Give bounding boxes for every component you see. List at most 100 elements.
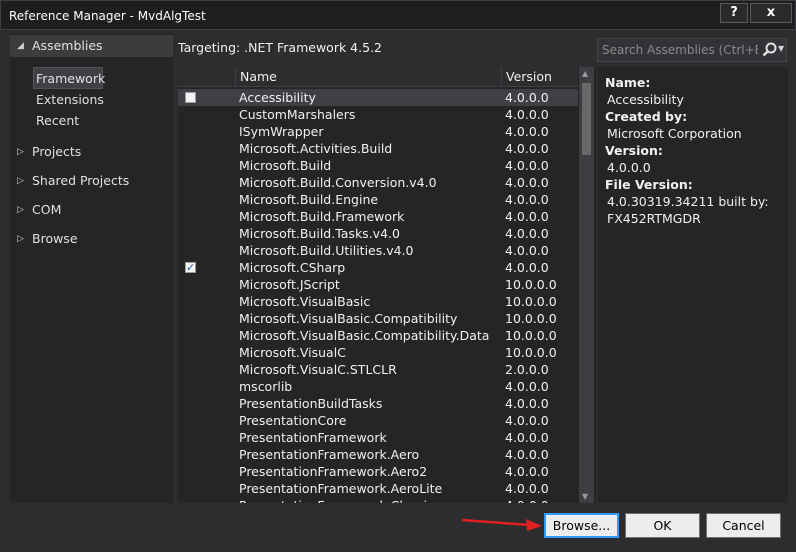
column-header-version[interactable]: Version bbox=[501, 67, 571, 87]
table-row[interactable]: PresentationFramework 4.0.0.0 bbox=[178, 429, 578, 446]
detail-file-version-value-line1: 4.0.30319.34211 built by: bbox=[607, 194, 769, 209]
detail-name-value: Accessibility bbox=[607, 92, 684, 107]
table-row[interactable]: Microsoft.CSharp 4.0.0.0 bbox=[178, 259, 578, 276]
table-row[interactable]: Microsoft.VisualC.STLCLR 2.0.0.0 bbox=[178, 361, 578, 378]
table-row[interactable]: Microsoft.VisualBasic.Compatibility 10.0.… bbox=[178, 310, 578, 327]
table-row[interactable]: Microsoft.VisualC 10.0.0.0 bbox=[178, 344, 578, 361]
column-header-include[interactable] bbox=[178, 67, 235, 87]
search-box[interactable]: ▼ bbox=[597, 38, 787, 62]
assembly-name-cell: ISymWrapper bbox=[239, 124, 324, 139]
assembly-name-cell: Microsoft.Build.Tasks.v4.0 bbox=[239, 226, 400, 241]
assembly-version-cell: 4.0.0.0 bbox=[505, 226, 549, 241]
assembly-version-cell: 4.0.0.0 bbox=[505, 124, 549, 139]
assembly-version-cell: 4.0.0.0 bbox=[505, 175, 549, 190]
collapsed-arrow-icon: ▷ bbox=[17, 147, 24, 157]
sidebar-item-label: Extensions bbox=[36, 92, 104, 107]
table-row[interactable]: Microsoft.Build.Engine 4.0.0.0 bbox=[178, 191, 578, 208]
ok-button[interactable]: OK bbox=[625, 513, 700, 538]
browse-button[interactable]: Browse... bbox=[544, 513, 619, 538]
table-row[interactable]: PresentationFramework.Aero 4.0.0.0 bbox=[178, 446, 578, 463]
help-button[interactable]: ? bbox=[720, 3, 748, 23]
include-checkbox[interactable] bbox=[185, 92, 196, 103]
assembly-version-cell: 4.0.0.0 bbox=[505, 464, 549, 479]
assembly-name-cell: mscorlib bbox=[239, 379, 293, 394]
table-row[interactable]: mscorlib 4.0.0.0 bbox=[178, 378, 578, 395]
table-row[interactable]: Microsoft.VisualBasic 10.0.0.0 bbox=[178, 293, 578, 310]
scroll-up-arrow-icon[interactable]: ▲ bbox=[582, 69, 588, 78]
assembly-version-cell: 4.0.0.0 bbox=[505, 379, 549, 394]
table-row[interactable]: PresentationFramework.Aero2 4.0.0.0 bbox=[178, 463, 578, 480]
details-pane: Name: Accessibility Created by: Microsof… bbox=[598, 67, 788, 503]
detail-file-version-value-line2: FX452RTMGDR bbox=[607, 211, 701, 226]
assembly-version-cell: 4.0.0.0 bbox=[505, 90, 549, 105]
sidebar-item-label: Projects bbox=[32, 144, 82, 159]
sidebar-item-label: Shared Projects bbox=[32, 173, 130, 188]
assembly-version-cell: 4.0.0.0 bbox=[505, 396, 549, 411]
detail-version-label: Version: bbox=[605, 143, 663, 158]
sidebar-item-extensions[interactable]: Extensions bbox=[36, 89, 108, 111]
table-row[interactable]: ISymWrapper 4.0.0.0 bbox=[178, 123, 578, 140]
table-row[interactable]: PresentationFramework.Classic 4.0.0.0 bbox=[178, 497, 578, 503]
detail-name-label: Name: bbox=[605, 75, 651, 90]
assembly-version-cell: 4.0.0.0 bbox=[505, 260, 549, 275]
detail-created-by-label: Created by: bbox=[605, 109, 688, 124]
sidebar-item-com[interactable]: ▷ COM bbox=[10, 199, 173, 221]
table-row[interactable]: PresentationBuildTasks 4.0.0.0 bbox=[178, 395, 578, 412]
search-input[interactable] bbox=[602, 42, 758, 58]
sidebar-item-label: Browse bbox=[32, 231, 78, 246]
assembly-name-cell: Microsoft.VisualC bbox=[239, 345, 346, 360]
sidebar-item-label: COM bbox=[32, 202, 62, 217]
table-row[interactable]: Microsoft.JScript 10.0.0.0 bbox=[178, 276, 578, 293]
sidebar-item-framework[interactable]: Framework bbox=[33, 67, 105, 89]
column-header-name[interactable]: Name bbox=[235, 67, 501, 87]
expanded-arrow-icon: ◢ bbox=[17, 41, 24, 51]
targeting-label: Targeting: .NET Framework 4.5.2 bbox=[178, 40, 382, 55]
assembly-name-cell: PresentationBuildTasks bbox=[239, 396, 383, 411]
assembly-name-cell: Microsoft.Build.Utilities.v4.0 bbox=[239, 243, 414, 258]
assembly-name-cell: PresentationFramework.Aero bbox=[239, 447, 420, 462]
red-arrow-annotation-icon bbox=[461, 518, 542, 531]
grid-scrollbar[interactable]: ▲ ▼ bbox=[579, 67, 594, 503]
assembly-name-cell: Microsoft.VisualBasic.Compatibility.Data bbox=[239, 328, 490, 343]
assembly-name-cell: Microsoft.Build.Engine bbox=[239, 192, 379, 207]
assembly-version-cell: 10.0.0.0 bbox=[505, 345, 557, 360]
scroll-down-arrow-icon[interactable]: ▼ bbox=[582, 492, 588, 501]
table-row[interactable]: Microsoft.VisualBasic.Compatibility.Data… bbox=[178, 327, 578, 344]
sidebar-item-projects[interactable]: ▷ Projects bbox=[10, 141, 173, 163]
table-row[interactable]: Microsoft.Build.Framework 4.0.0.0 bbox=[178, 208, 578, 225]
assembly-version-cell: 4.0.0.0 bbox=[505, 430, 549, 445]
search-options-dropdown-icon[interactable]: ▼ bbox=[778, 44, 784, 53]
assembly-name-cell: PresentationFramework.AeroLite bbox=[239, 481, 443, 496]
sidebar-item-shared-projects[interactable]: ▷ Shared Projects bbox=[10, 170, 173, 192]
cancel-button[interactable]: Cancel bbox=[706, 513, 781, 538]
collapsed-arrow-icon: ▷ bbox=[17, 234, 24, 244]
assembly-version-cell: 4.0.0.0 bbox=[505, 192, 549, 207]
collapsed-arrow-icon: ▷ bbox=[17, 205, 24, 215]
scrollbar-thumb[interactable] bbox=[582, 83, 591, 155]
window-title: Reference Manager - MvdAlgTest bbox=[9, 9, 206, 23]
table-row[interactable]: Microsoft.Build.Tasks.v4.0 4.0.0.0 bbox=[178, 225, 578, 242]
assembly-name-cell: Microsoft.CSharp bbox=[239, 260, 346, 275]
table-row[interactable]: CustomMarshalers 4.0.0.0 bbox=[178, 106, 578, 123]
assembly-version-cell: 4.0.0.0 bbox=[505, 243, 549, 258]
search-icon[interactable] bbox=[761, 41, 779, 59]
table-row[interactable]: PresentationFramework.AeroLite 4.0.0.0 bbox=[178, 480, 578, 497]
title-bar: Reference Manager - MvdAlgTest ? x bbox=[0, 0, 796, 30]
table-row[interactable]: Microsoft.Build.Utilities.v4.0 4.0.0.0 bbox=[178, 242, 578, 259]
include-checkbox[interactable] bbox=[185, 259, 196, 276]
assembly-name-cell: Accessibility bbox=[239, 90, 316, 105]
close-button[interactable]: x bbox=[750, 3, 792, 23]
assembly-version-cell: 2.0.0.0 bbox=[505, 362, 549, 377]
sidebar-item-recent[interactable]: Recent bbox=[36, 110, 108, 132]
assembly-version-cell: 10.0.0.0 bbox=[505, 328, 557, 343]
sidebar-item-browse[interactable]: ▷ Browse bbox=[10, 228, 173, 250]
table-row[interactable]: Microsoft.Build 4.0.0.0 bbox=[178, 157, 578, 174]
grid-header: Name Version bbox=[178, 67, 578, 87]
table-row[interactable]: Microsoft.Activities.Build 4.0.0.0 bbox=[178, 140, 578, 157]
assembly-version-cell: 4.0.0.0 bbox=[505, 209, 549, 224]
table-row[interactable]: Accessibility 4.0.0.0 bbox=[178, 89, 578, 106]
sidebar-item-assemblies[interactable]: ◢ Assemblies bbox=[10, 35, 173, 57]
table-row[interactable]: Microsoft.Build.Conversion.v4.0 4.0.0.0 bbox=[178, 174, 578, 191]
assembly-name-cell: PresentationFramework.Classic bbox=[239, 497, 434, 503]
table-row[interactable]: PresentationCore 4.0.0.0 bbox=[178, 412, 578, 429]
